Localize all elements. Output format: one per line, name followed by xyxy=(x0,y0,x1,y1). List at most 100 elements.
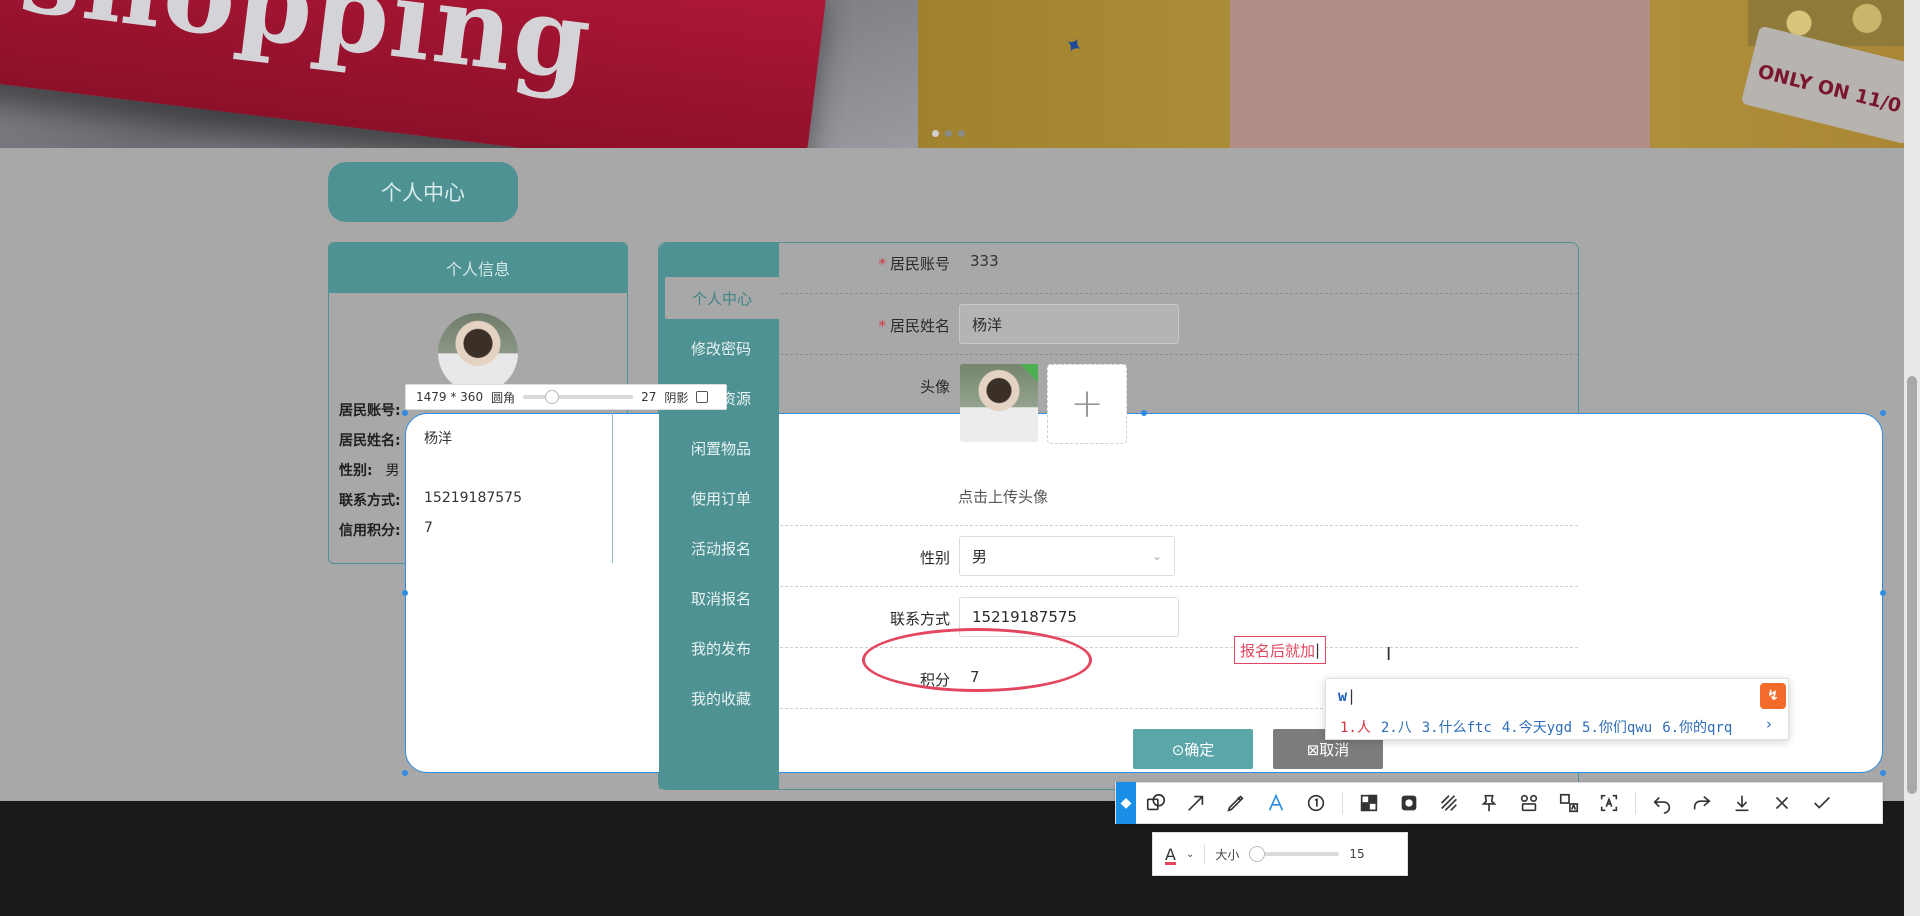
arrow-icon[interactable] xyxy=(1176,782,1216,824)
menu-item-favorites[interactable]: 我的收藏 xyxy=(659,677,783,719)
pin-icon[interactable] xyxy=(1469,782,1509,824)
name-input[interactable]: 杨洋 xyxy=(959,304,1179,344)
personal-center-tab[interactable]: 个人中心 xyxy=(328,162,518,222)
banner-pagination[interactable] xyxy=(932,130,965,137)
blur-icon[interactable] xyxy=(1389,782,1429,824)
menu-item-personal-center[interactable]: 个人中心 xyxy=(665,277,779,319)
size-slider[interactable] xyxy=(1249,846,1340,862)
upload-hint: 点击上传头像 xyxy=(958,488,1049,506)
banner-box-shape xyxy=(1230,0,1650,148)
ime-candidates: 1.人 2.八 3.什么ftc 4.今天ygd 5.你们qwu 6.你的qrq xyxy=(1340,717,1732,737)
ime-logo-icon[interactable]: ↯ xyxy=(1760,683,1786,709)
mosaic-icon[interactable] xyxy=(1349,782,1389,824)
overlay-info-phone: 15219187575 xyxy=(424,490,522,506)
resize-handle[interactable] xyxy=(1880,590,1886,596)
ime-candidate[interactable]: 6.你的qrq xyxy=(1662,717,1732,737)
size-slider-knob[interactable] xyxy=(1249,846,1266,862)
avatar-label: 头像 xyxy=(919,378,950,396)
ime-candidate[interactable]: 2.八 xyxy=(1381,717,1412,737)
chevron-down-icon[interactable]: ⌄ xyxy=(1186,849,1194,860)
shadow-checkbox[interactable] xyxy=(696,391,709,403)
radius-label: 圆角 xyxy=(491,390,516,405)
banner-dot[interactable] xyxy=(945,130,952,137)
info-label: 居民账号: xyxy=(339,403,401,419)
banner-dot[interactable] xyxy=(958,130,965,137)
resize-handle[interactable] xyxy=(402,590,408,596)
shadow-label: 阴影 xyxy=(664,390,689,405)
gender-select[interactable]: 男 ⌄ xyxy=(959,536,1175,576)
info-card-title: 个人信息 xyxy=(329,243,627,293)
menu-item-orders[interactable]: 使用订单 xyxy=(659,477,783,519)
phone-label: 联系方式 xyxy=(889,610,950,628)
form-divider xyxy=(780,354,1578,355)
form-divider xyxy=(780,293,1578,294)
translate-icon[interactable] xyxy=(1549,782,1589,824)
text-annotation-content: 报名后就加 xyxy=(1240,641,1316,660)
text-annotation[interactable]: 报名后就加 | xyxy=(1234,636,1327,664)
toolbar-separator xyxy=(1635,792,1636,814)
dimension-readout: 1479 * 360 xyxy=(416,390,484,404)
ocr-icon[interactable] xyxy=(1589,782,1629,824)
menu-item-activity-signup[interactable]: 活动报名 xyxy=(659,527,783,569)
radius-value: 27 xyxy=(641,390,657,404)
menu-item-change-password[interactable]: 修改密码 xyxy=(659,327,783,369)
ime-composition: w| xyxy=(1338,687,1357,705)
resize-handle[interactable] xyxy=(1141,410,1147,416)
scrollbar-thumb[interactable] xyxy=(1907,376,1917,794)
menu-item-my-posts[interactable]: 我的发布 xyxy=(659,627,783,669)
toolbar-separator xyxy=(1342,792,1343,814)
number-marker-icon[interactable] xyxy=(1296,782,1336,824)
menu-item-cancel-signup[interactable]: 取消报名 xyxy=(659,577,783,619)
text-color-icon[interactable]: A xyxy=(1165,845,1176,864)
info-label: 联系方式: xyxy=(339,493,401,509)
text-style-bar: A ⌄ 大小 15 xyxy=(1152,832,1408,876)
info-value: 男 xyxy=(385,463,400,479)
resize-handle[interactable] xyxy=(402,770,408,776)
gender-label: 性别 xyxy=(919,549,950,567)
radius-slider[interactable] xyxy=(523,390,634,404)
ime-candidate[interactable]: 4.今天ygd xyxy=(1502,717,1572,737)
name-label: * 居民姓名 xyxy=(878,317,950,335)
pen-icon[interactable] xyxy=(1216,782,1256,824)
ime-candidate[interactable]: 1.人 xyxy=(1340,717,1371,737)
resize-handle[interactable] xyxy=(402,410,408,416)
undo-icon[interactable] xyxy=(1642,782,1682,824)
text-tool-icon[interactable] xyxy=(1256,782,1296,824)
ime-candidate[interactable]: 3.什么ftc xyxy=(1422,717,1492,737)
screen-record-icon[interactable] xyxy=(1509,782,1549,824)
banner-dot[interactable] xyxy=(932,130,939,137)
check-icon[interactable] xyxy=(1802,782,1842,824)
ime-next-page-icon[interactable]: › xyxy=(1766,715,1772,733)
ime-candidate-window: w| ↯ 1.人 2.八 3.什么ftc 4.今天ygd 5.你们qwu 6.你… xyxy=(1325,678,1789,740)
menu-item-idle-items[interactable]: 闲置物品 xyxy=(659,427,783,469)
resize-handle[interactable] xyxy=(1880,770,1886,776)
banner-slide-right: ✦ ONLY ON 11/0 xyxy=(918,0,1904,148)
banner-charm-icon: ✦ xyxy=(1058,31,1088,62)
account-value: 333 xyxy=(970,252,999,270)
ellipse-annotation[interactable] xyxy=(862,628,1092,692)
form-divider xyxy=(780,525,1578,526)
screenshot-toolbar: ◆ xyxy=(1115,782,1883,824)
shape-icon[interactable] xyxy=(1136,782,1176,824)
banner-slide-left: shopping xyxy=(0,0,918,148)
confirm-button[interactable]: ⊙确定 xyxy=(1133,729,1253,769)
screenshot-dimension-bar: 1479 * 360 圆角 27 阴影 xyxy=(405,384,727,410)
info-label: 居民姓名: xyxy=(339,433,401,449)
text-cursor-icon: I xyxy=(1386,644,1392,665)
account-label: * 居民账号 xyxy=(878,255,950,273)
ime-candidate[interactable]: 5.你们qwu xyxy=(1582,717,1652,737)
close-icon[interactable] xyxy=(1762,782,1802,824)
resize-handle[interactable] xyxy=(1880,410,1886,416)
subbar-separator xyxy=(1204,844,1206,864)
download-icon[interactable] xyxy=(1722,782,1762,824)
overlay-info-name: 杨洋 xyxy=(424,431,452,447)
overlay-card-edge xyxy=(612,413,613,563)
chevron-down-icon: ⌄ xyxy=(1151,549,1162,563)
avatar-preview[interactable] xyxy=(960,364,1038,442)
redo-icon[interactable] xyxy=(1682,782,1722,824)
qq-logo-icon: ◆ xyxy=(1116,782,1136,824)
info-label: 信用积分: xyxy=(339,523,401,539)
radius-slider-knob[interactable] xyxy=(545,390,560,404)
hatch-icon[interactable] xyxy=(1429,782,1469,824)
upload-plus-icon[interactable]: + xyxy=(1047,364,1127,444)
